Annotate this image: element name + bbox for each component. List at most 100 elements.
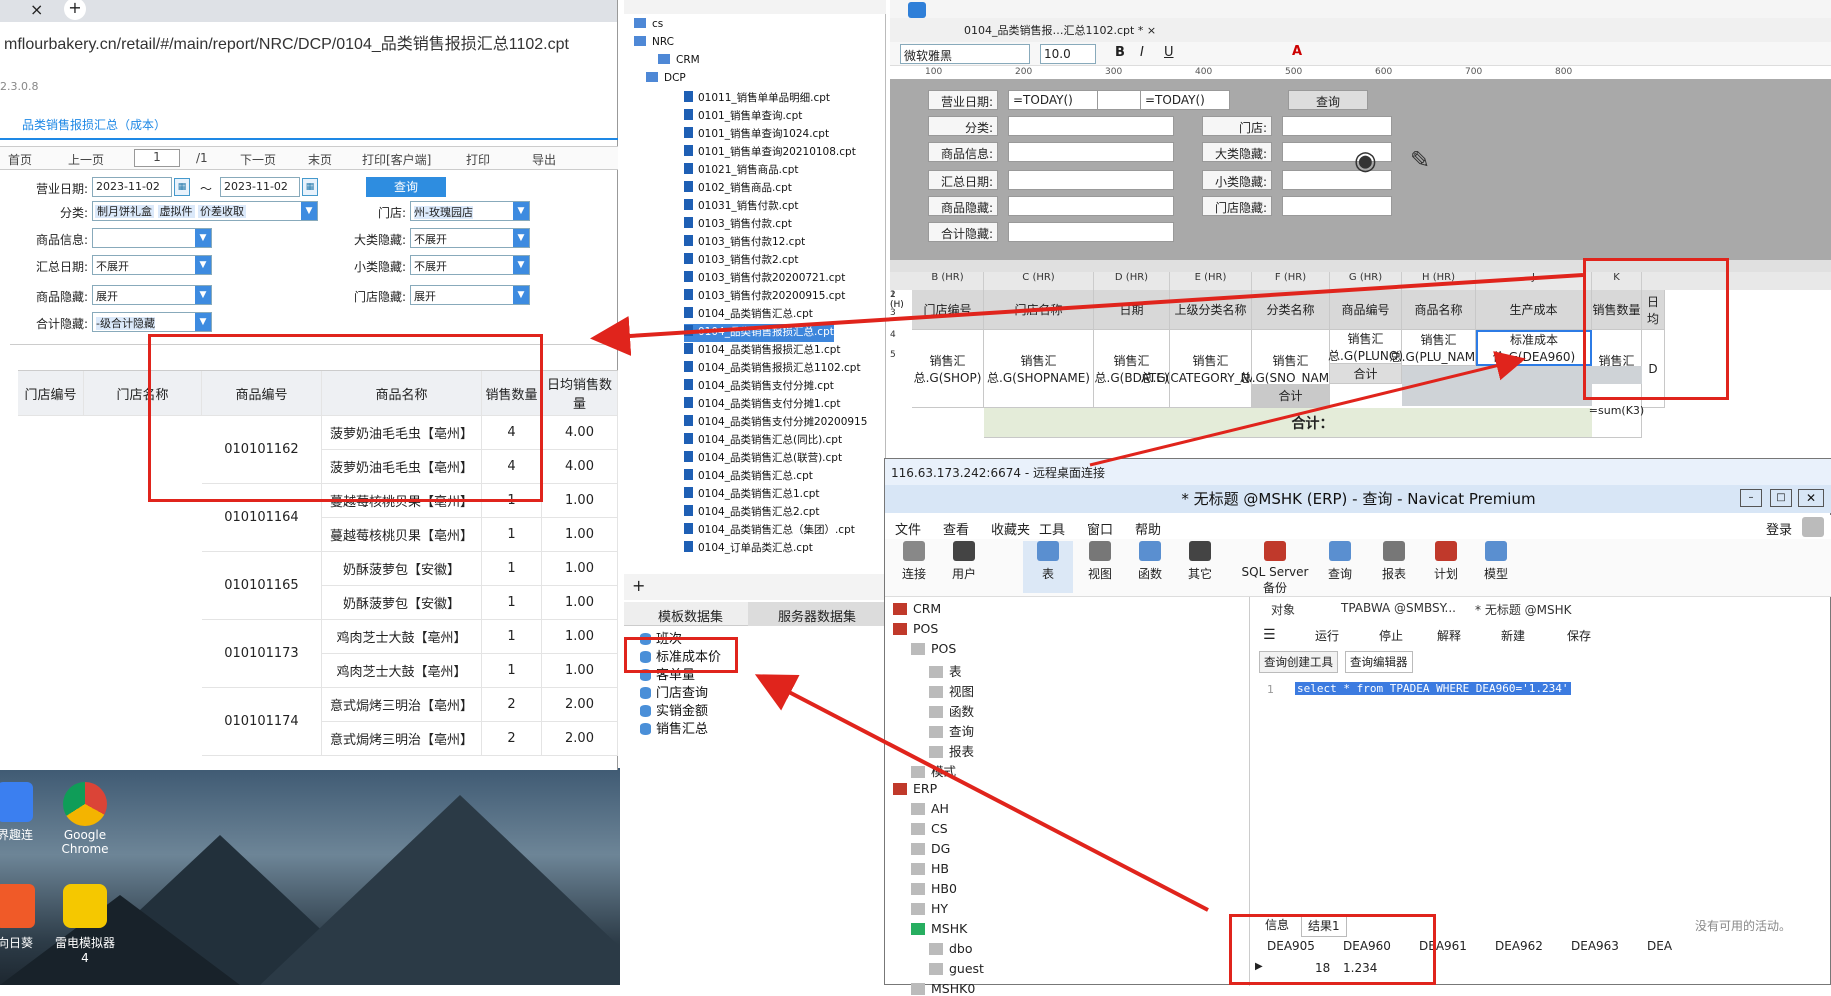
column-header[interactable]: C (HR) [984,272,1094,290]
tree-file[interactable]: 0104_品类销售汇总（集团）.cpt [684,522,855,540]
total-row[interactable]: 合计： [984,408,1642,438]
tree-node[interactable]: CS [911,821,948,836]
tree-node[interactable]: ERP [893,781,937,796]
result-column-header[interactable]: DEA963 [1571,939,1619,953]
tree-node[interactable]: 视图 [929,681,974,700]
object-tab[interactable]: * 无标题 @MSHK [1475,601,1572,618]
chevron-down-icon[interactable]: ▼ [301,202,317,220]
param-input-widget[interactable] [1008,196,1174,216]
close-icon[interactable]: × [1147,24,1156,37]
print-client-button[interactable]: 打印[客户端] [362,151,431,168]
tree-node[interactable]: POS [893,621,938,636]
tree-file[interactable]: 0101_销售单查询1024.cpt [684,126,829,144]
formula-cell[interactable]: 销售汇总.G(SHOPNAME) [984,330,1094,408]
header-cell[interactable]: 商品名称 [1402,290,1476,330]
formula-cell[interactable]: 标准成本价.G(DEA960) [1476,330,1592,366]
edit-pencil-icon[interactable]: ✎ [1410,146,1430,174]
tree-node[interactable]: 报表 [929,741,974,760]
result-column-header[interactable]: DEA [1647,939,1672,953]
menu-2[interactable]: 收藏夹 [991,519,1030,538]
store-select[interactable]: 州-玫瑰园店 ▼ [410,201,530,221]
login-link[interactable]: 登录 [1766,519,1792,538]
toolbar-button-7[interactable]: 查询 [1315,541,1365,582]
menu-4[interactable]: 窗口 [1087,519,1113,538]
table-header[interactable]: 门店编号 [18,371,84,416]
next-page-button[interactable]: 下一页 [240,151,276,168]
add-icon[interactable]: + [632,576,645,595]
chevron-down-icon[interactable]: ▼ [195,229,211,247]
toolbar-button-0[interactable]: 连接 [889,541,939,582]
toolbar-button-6[interactable]: SQL Server 备份 [1235,541,1315,596]
category-select[interactable]: 制月饼礼盒 虚拟件 价差收取 ▼ [92,201,318,221]
sum-date-select[interactable]: 不展开 ▼ [92,255,212,275]
date-from-input[interactable]: 2023-11-02 [92,177,172,197]
param-input-widget[interactable] [1008,222,1174,242]
tree-file[interactable]: 0101_销售单查询.cpt [684,108,802,126]
tab-template-dataset[interactable]: 模板数据集 [658,606,723,625]
table-header[interactable]: 日均销售数量 [542,371,618,416]
tree-file[interactable]: 0104_订单品类汇总.cpt [684,540,813,554]
toolbar-button-10[interactable]: 模型 [1471,541,1521,582]
menu-icon[interactable]: ☰ [1263,627,1276,643]
big-hide-select[interactable]: 不展开 ▼ [410,228,530,248]
tree-file[interactable]: 0104_品类销售汇总.cpt [684,306,813,324]
date-to-input[interactable]: 2023-11-02 [220,177,300,197]
column-header[interactable]: E (HR) [1170,272,1252,290]
store-hide-select[interactable]: 展开 ▼ [410,285,530,305]
first-page-button[interactable]: 首页 [8,151,32,168]
param-input-widget[interactable] [1282,196,1392,216]
hidden-eye-icon[interactable]: ◉ [1354,146,1377,176]
tree-file[interactable]: 0104_品类销售汇总(同比).cpt [684,432,842,450]
tree-file[interactable]: 0104_品类销售汇总1.cpt [684,486,820,504]
formula-cell[interactable]: 销售汇总.G(PLU_NAME) [1390,330,1487,366]
param-date-to[interactable]: =TODAY() [1140,90,1230,110]
query-button[interactable]: 查询 [366,177,446,197]
header-cell[interactable]: 生产成本 [1476,290,1592,330]
tree-file[interactable]: 0102_销售商品.cpt [684,180,792,198]
dataset-item[interactable]: 实销金额 [640,700,708,719]
param-input-widget[interactable] [1008,142,1174,162]
tree-node[interactable]: guest [929,961,984,976]
address-bar[interactable]: mflourbakery.cn/retail/#/main/report/NRC… [0,24,618,56]
tree-file[interactable]: 0103_销售付款20200915.cpt [684,288,845,306]
new-tab-icon[interactable]: + [64,0,86,20]
tree-file[interactable]: 0101_销售单查询20210108.cpt [684,144,856,162]
tree-file[interactable]: 0104_品类销售报损汇总1.cpt [684,342,841,360]
tree-file[interactable]: 0104_品类销售支付分摊20200915 [684,414,867,432]
close-icon[interactable]: ✕ [1798,489,1824,507]
tree-node[interactable]: 查询 [929,721,974,740]
minimize-icon[interactable]: – [1740,489,1762,507]
chevron-down-icon[interactable]: ▼ [513,256,529,274]
toolbar-button-2[interactable]: 表 [1023,541,1073,593]
menu-5[interactable]: 帮助 [1135,519,1161,538]
tree-folder[interactable]: NRC [634,36,674,54]
tree-node[interactable]: HB0 [911,881,957,896]
category-chip[interactable]: 虚拟件 [157,205,195,218]
subtotal-cell[interactable]: 合计 [1330,364,1402,384]
query-tool-3[interactable]: 新建 [1501,627,1525,644]
editor-subtab[interactable]: 查询创建工具 [1259,651,1338,673]
result-column-header[interactable]: DEA962 [1495,939,1543,953]
tree-file[interactable]: 0104_品类销售汇总.cpt [684,468,813,486]
param-input-widget[interactable] [1008,116,1174,136]
chevron-down-icon[interactable]: ▼ [195,313,211,331]
object-tab[interactable]: 对象 [1271,601,1295,618]
header-cell[interactable]: 上级分类名称 [1170,290,1252,330]
dataset-item[interactable]: 销售汇总 [640,718,708,737]
total-hide-select[interactable]: -级合计隐藏 ▼ [92,312,212,332]
column-header[interactable]: H (HR) [1402,272,1476,290]
tab-close-icon[interactable]: × [30,0,43,19]
tree-file[interactable]: 0104_品类销售汇总(联营).cpt [684,450,842,468]
tree-file[interactable]: 01011_销售单单品明细.cpt [684,90,830,108]
goods-hide-select[interactable]: 展开 ▼ [92,285,212,305]
column-header[interactable]: G (HR) [1330,272,1402,290]
prev-page-button[interactable]: 上一页 [68,151,104,168]
desktop-icon-sunlogin[interactable]: 向日葵 [0,884,46,951]
query-tool-4[interactable]: 保存 [1567,627,1591,644]
toolbar-button-9[interactable]: 计划 [1421,541,1471,582]
query-tool-2[interactable]: 解释 [1437,627,1461,644]
query-tool-0[interactable]: 运行 [1315,627,1339,644]
page-input[interactable]: 1 [134,149,180,167]
avatar-icon[interactable] [1802,517,1824,537]
chevron-down-icon[interactable]: ▼ [513,229,529,247]
